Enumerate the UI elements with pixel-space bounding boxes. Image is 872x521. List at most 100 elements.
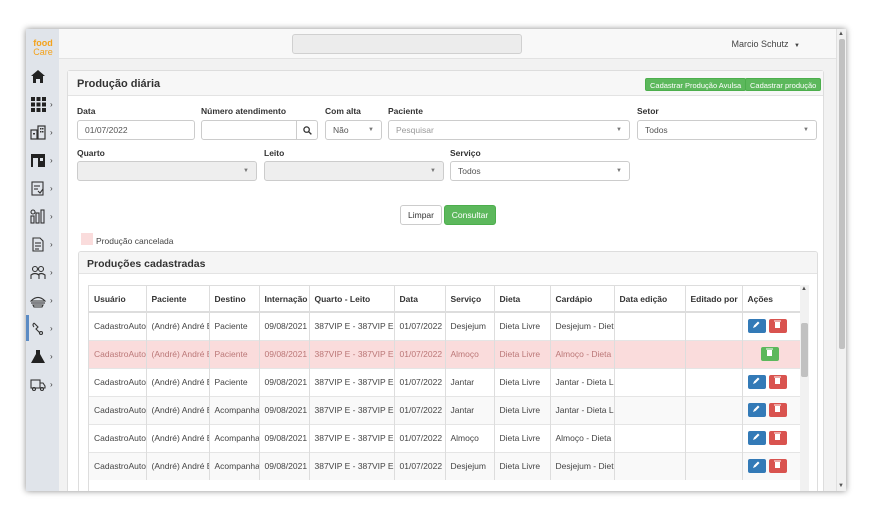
sidebar-item-building[interactable]: › (26, 119, 59, 145)
edit-date-cell (614, 423, 686, 452)
chevron-right-icon: › (50, 323, 53, 333)
sidebar-item-flask[interactable]: › (26, 343, 59, 369)
sidebar-item-chart[interactable]: › (26, 203, 59, 229)
trash-icon (774, 460, 781, 469)
patient-select[interactable]: Pesquisar ▼ (388, 120, 630, 140)
table-scrollbar-thumb[interactable] (801, 323, 808, 377)
edit-button[interactable] (747, 431, 766, 445)
bed-select[interactable]: ▼ (264, 161, 444, 181)
restore-button[interactable] (760, 347, 779, 361)
table-row[interactable]: CadastroAuto (André) André E Paciente 09/08… (89, 367, 807, 396)
admission-date-cell: 09/08/2021 (259, 423, 310, 452)
caret-down-icon: ▼ (430, 168, 436, 174)
brand-logo[interactable]: food Care (29, 39, 57, 57)
column-header[interactable]: Usuário (89, 286, 147, 313)
column-header[interactable]: Cardápio (550, 286, 615, 313)
sidebar-item-home[interactable] (26, 63, 59, 89)
column-header[interactable]: Editado por (685, 286, 743, 313)
chart-icon (26, 206, 50, 226)
edited-by-cell (685, 311, 743, 340)
main-scrollbar[interactable]: ▲ ▼ (836, 29, 846, 491)
date-cell: 01/07/2022 (394, 395, 446, 424)
destination-cell: Paciente (209, 311, 260, 340)
scroll-down-icon[interactable]: ▼ (838, 483, 844, 489)
scroll-up-icon[interactable]: ▲ (801, 286, 807, 292)
date-input[interactable]: 01/07/2022 (77, 120, 195, 140)
column-header[interactable]: Dieta (494, 286, 551, 313)
caret-down-icon: ▼ (368, 127, 374, 133)
actions-cell (742, 423, 807, 452)
sidebar-item-store[interactable]: › (26, 147, 59, 173)
column-header[interactable]: Data edição (614, 286, 686, 313)
edit-button[interactable] (747, 319, 766, 334)
clear-button[interactable]: Limpar (400, 205, 442, 225)
column-header[interactable]: Internação (259, 286, 310, 313)
room-select[interactable]: ▼ (77, 161, 257, 181)
date-label: Data (77, 106, 96, 116)
room-bed-cell: 387VIP E - 387VIP E (309, 395, 395, 424)
column-header[interactable]: Quarto - Leito (309, 286, 395, 313)
edit-button[interactable] (747, 375, 766, 389)
sidebar-item-people[interactable]: › (26, 259, 59, 285)
destination-cell: Acompanha (209, 451, 260, 480)
scroll-up-icon[interactable]: ▲ (838, 31, 844, 37)
delete-button[interactable] (768, 403, 787, 417)
brand-logo-line2: Care (33, 47, 53, 57)
room-bed-cell: 387VIP E - 387VIP E (309, 339, 395, 368)
sidebar-item-food[interactable]: › (26, 287, 59, 313)
search-button[interactable]: Consultar (444, 205, 496, 225)
chevron-right-icon: › (50, 267, 53, 277)
patient-cell: (André) André E (146, 367, 210, 396)
patient-search-placeholder: Pesquisar (396, 125, 434, 135)
menu-cell: Jantar - Dieta L (550, 367, 615, 396)
edited-by-cell (685, 395, 743, 424)
service-select[interactable]: Todos ▼ (450, 161, 630, 181)
trash-icon (774, 320, 781, 329)
diet-cell: Dieta Livre (494, 367, 551, 396)
trash-icon (774, 376, 781, 384)
actions-cell (742, 339, 807, 368)
caret-down-icon: ▼ (243, 168, 249, 174)
search-icon (302, 125, 312, 135)
actions-cell (742, 367, 807, 396)
column-header[interactable]: Destino (209, 286, 260, 313)
productions-title: Produções cadastradas (87, 258, 206, 270)
column-header[interactable]: Serviço (445, 286, 495, 313)
sidebar-item-nutrition[interactable]: › (26, 315, 59, 341)
table-row[interactable]: CadastroAuto (André) André E Acompanha 09/0… (89, 395, 807, 424)
sidebar-item-document[interactable]: › (26, 231, 59, 257)
delete-button[interactable] (768, 375, 787, 389)
attendance-number-input[interactable] (201, 120, 297, 140)
column-header[interactable]: Paciente (146, 286, 210, 313)
user-menu[interactable]: Marcio Schutz ▼ (732, 39, 801, 49)
sector-select[interactable]: Todos ▼ (637, 120, 817, 140)
truck-icon (26, 374, 50, 394)
table-row[interactable]: CadastroAuto (André) André E Paciente 09/08… (89, 339, 807, 368)
table-row[interactable]: CadastroAuto (André) André E Acompanha 09/0… (89, 423, 807, 452)
bed-label: Leito (264, 148, 285, 158)
delete-button[interactable] (768, 459, 787, 474)
menu-cell: Desjejum - Diet (550, 311, 615, 340)
user-name: Marcio Schutz (731, 39, 789, 49)
store-icon (26, 150, 50, 170)
attendance-search-button[interactable] (296, 120, 318, 140)
discharged-select[interactable]: Não ▼ (325, 120, 382, 140)
destination-cell: Acompanha (209, 395, 260, 424)
edit-button[interactable] (747, 403, 766, 417)
table-row[interactable]: CadastroAuto (André) André E Acompanha 09/0… (89, 451, 807, 480)
delete-button[interactable] (768, 431, 787, 445)
sidebar-item-truck[interactable]: › (26, 371, 59, 397)
sidebar-item-clipboard[interactable]: › (26, 175, 59, 201)
pencil-icon (753, 377, 760, 384)
delete-button[interactable] (768, 319, 787, 334)
table-scrollbar[interactable]: ▲ (800, 285, 809, 491)
edit-date-cell (614, 367, 686, 396)
sidebar-item-grid[interactable]: › (26, 91, 59, 117)
global-search-input[interactable] (292, 34, 522, 54)
register-standalone-production-button[interactable]: Cadastrar Produção Avulsa (645, 78, 747, 91)
table-row[interactable]: CadastroAuto (André) André E Paciente 09/08… (89, 311, 807, 340)
register-production-button[interactable]: Cadastrar produção (745, 78, 822, 91)
edit-button[interactable] (747, 459, 766, 474)
scrollbar-thumb[interactable] (839, 39, 845, 349)
column-header[interactable]: Data (394, 286, 446, 313)
